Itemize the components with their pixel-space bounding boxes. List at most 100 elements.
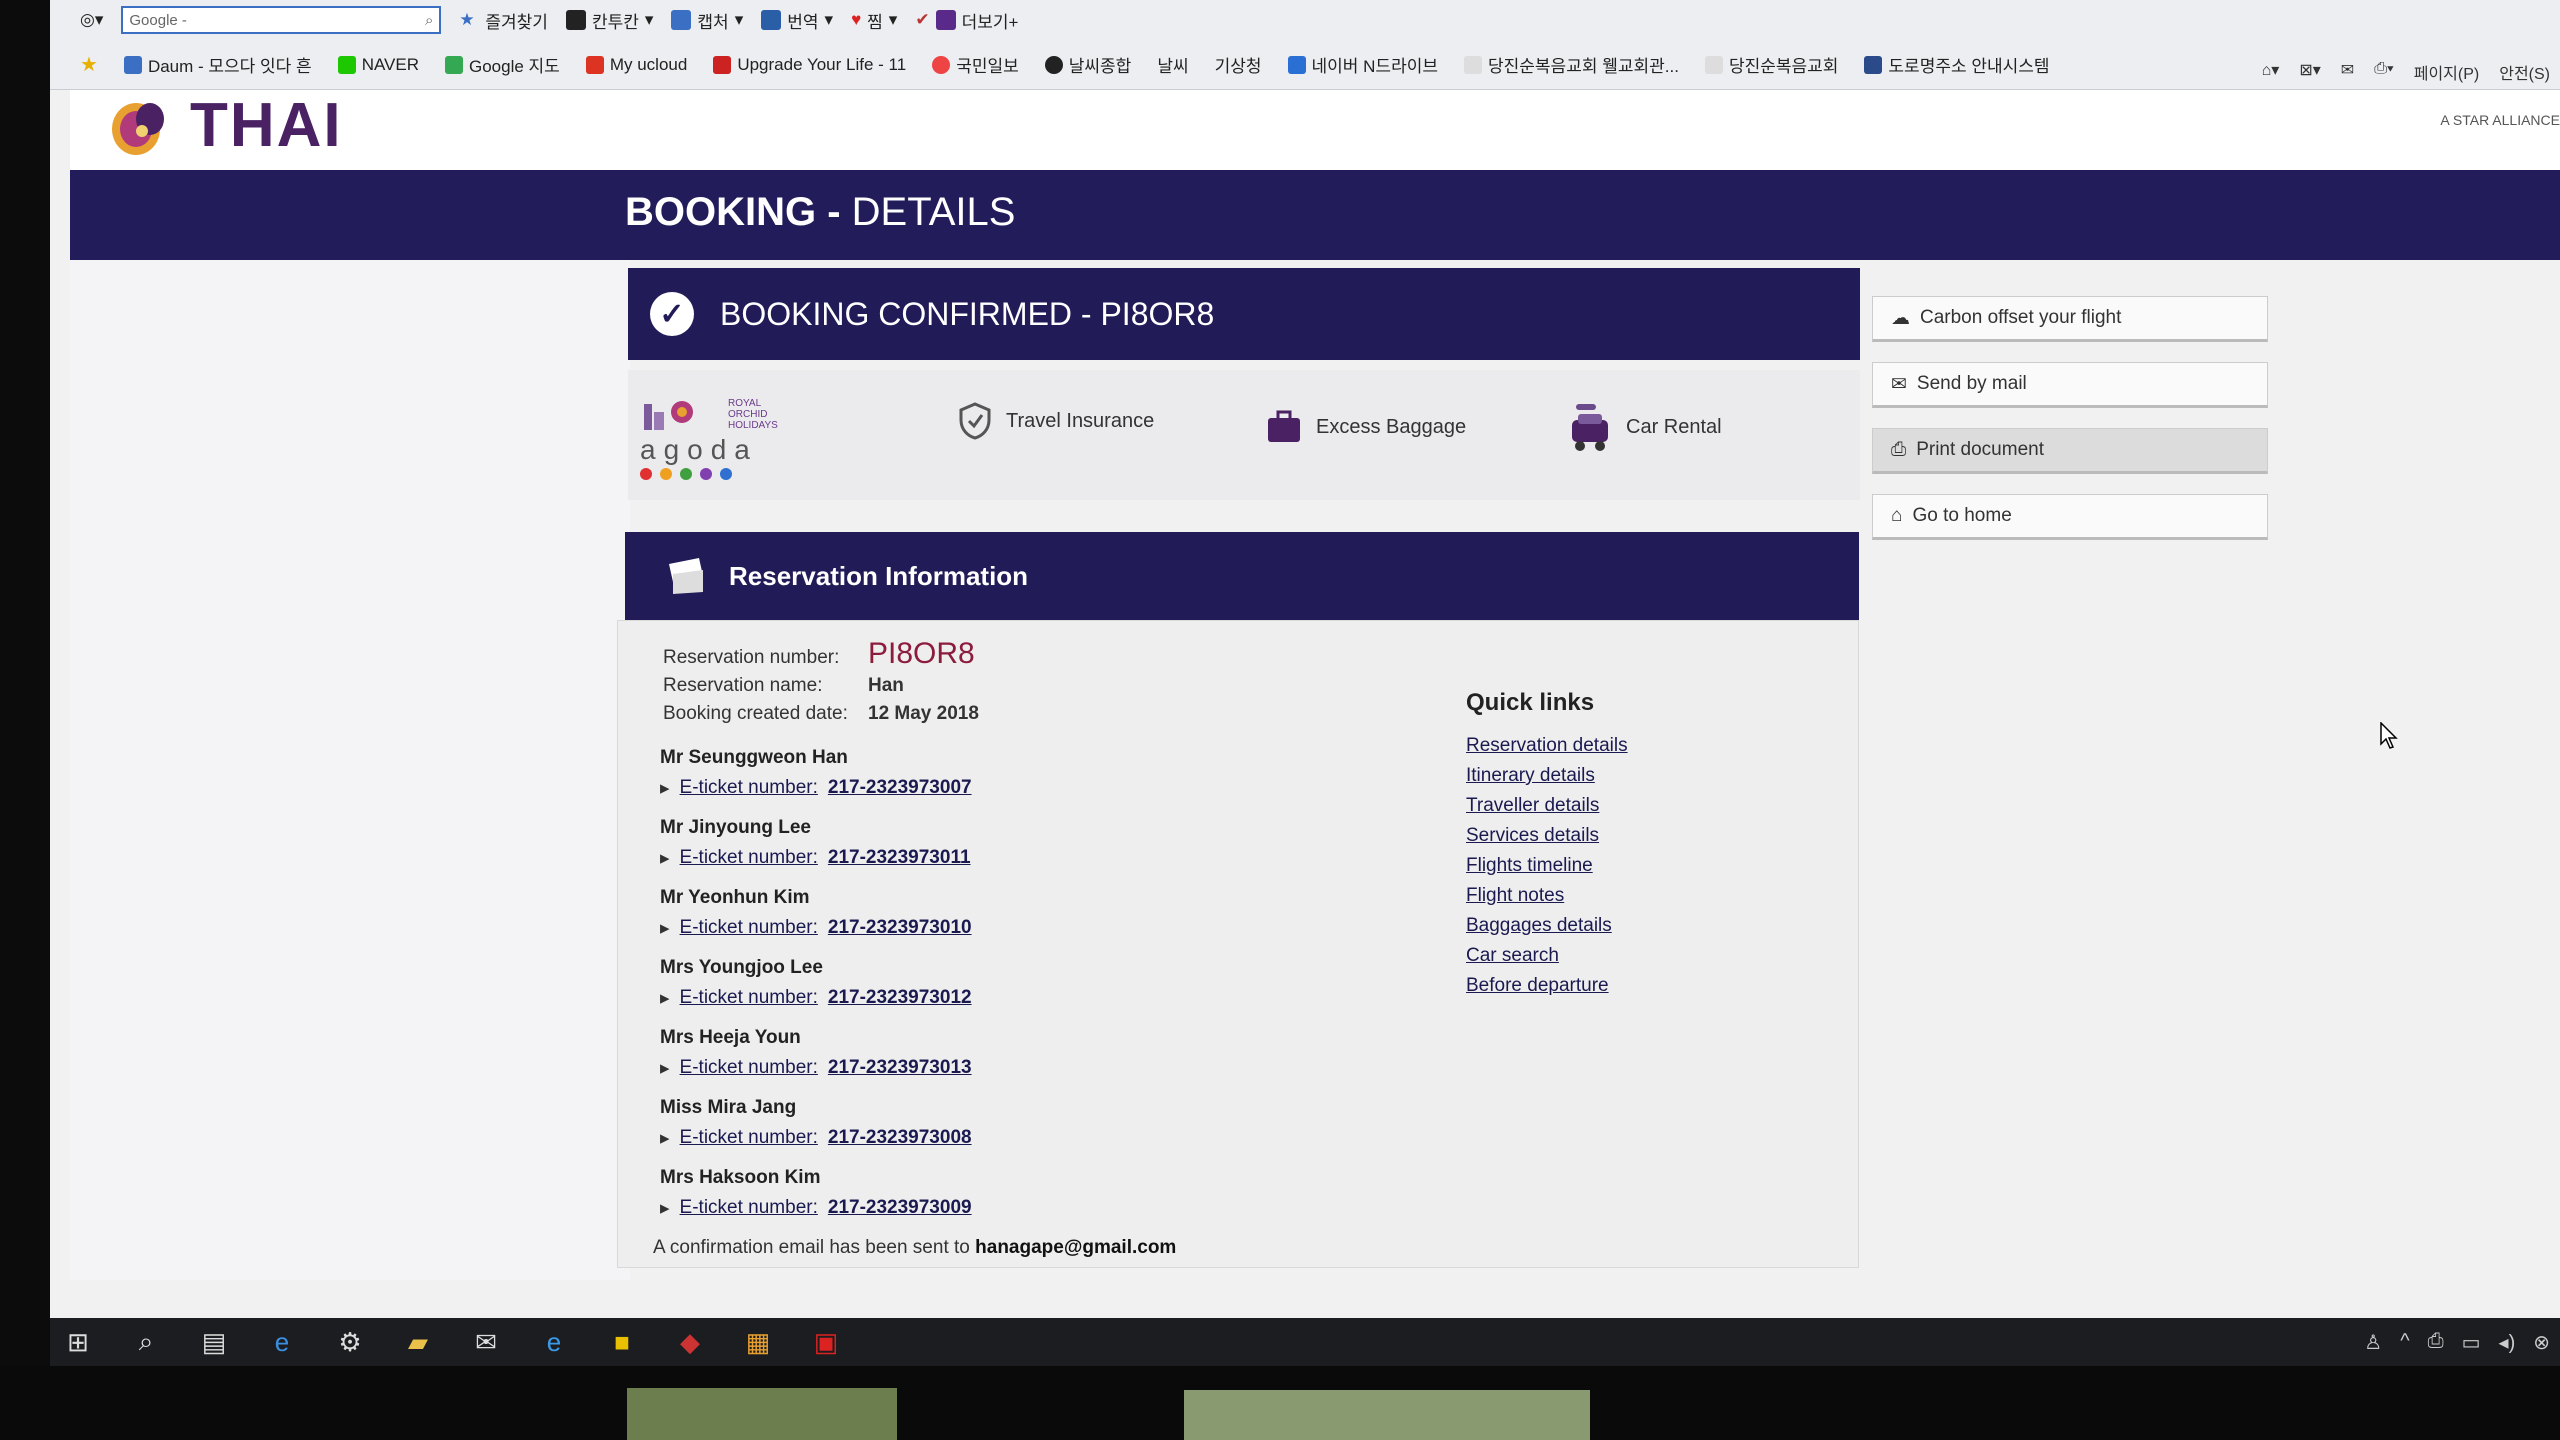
- eticket-number-link[interactable]: 217-2323973011: [828, 847, 971, 870]
- printer-tray-icon[interactable]: ⎙: [2428, 1330, 2444, 1355]
- edge-icon[interactable]: e: [266, 1326, 298, 1358]
- fav-ndrive[interactable]: 네이버 N드라이브: [1287, 52, 1438, 77]
- printer-icon: ⎙: [1891, 439, 1907, 460]
- travel-insurance-link[interactable]: Travel Insurance: [958, 402, 1154, 440]
- send-by-mail-button[interactable]: ✉ Send by mail: [1872, 362, 2268, 408]
- eticket-number-link[interactable]: 217-2323973009: [828, 1197, 972, 1220]
- status-icon[interactable]: ⊗: [2533, 1330, 2550, 1355]
- windows-start-icon[interactable]: ⊞: [62, 1326, 94, 1358]
- eticket-number-link[interactable]: 217-2323973010: [828, 917, 972, 940]
- fav-road-address[interactable]: 도로명주소 안내시스템: [1864, 52, 2050, 77]
- safety-menu[interactable]: 안전(S): [2499, 60, 2550, 84]
- eticket-number-link[interactable]: 217-2323973012: [828, 987, 972, 1010]
- arrow-right-icon: ▸: [660, 848, 670, 869]
- fav-weather-all[interactable]: 날씨종합: [1044, 52, 1131, 77]
- fav-kukmin[interactable]: 국민일보: [932, 52, 1019, 77]
- go-to-home-button[interactable]: ⌂ Go to home: [1872, 494, 2268, 540]
- mail-icon[interactable]: ✉: [470, 1326, 502, 1358]
- quick-link-flight-notes[interactable]: Flight notes: [1466, 885, 1628, 907]
- agoda-dots-icon: [640, 468, 810, 480]
- quick-link-baggages-details[interactable]: Baggages details: [1466, 915, 1628, 937]
- fav-ucloud[interactable]: My ucloud: [585, 55, 687, 75]
- fav-church-hall[interactable]: 당진순복음교회 웰교회관...: [1464, 52, 1679, 77]
- search-icon[interactable]: ⌕: [425, 12, 433, 29]
- favorites-star-icon[interactable]: ★: [80, 52, 98, 77]
- network-icon[interactable]: ▭: [2462, 1330, 2481, 1355]
- print-icon[interactable]: ⎙▾: [2374, 60, 2394, 84]
- eticket-label[interactable]: E-ticket number:: [680, 1127, 818, 1150]
- quick-links-title: Quick links: [1466, 689, 1595, 716]
- quick-link-services-details[interactable]: Services details: [1466, 825, 1628, 847]
- car-icon: [1572, 404, 1608, 451]
- app-printer-icon[interactable]: ▣: [810, 1326, 842, 1358]
- quick-link-before-departure[interactable]: Before departure: [1466, 975, 1628, 997]
- eticket-label[interactable]: E-ticket number:: [680, 847, 818, 870]
- eticket-label[interactable]: E-ticket number:: [680, 987, 818, 1010]
- fav-church[interactable]: 당진순복음교회: [1704, 52, 1838, 77]
- internet-explorer-icon[interactable]: e: [538, 1326, 570, 1358]
- kakaotalk-icon[interactable]: ■: [606, 1326, 638, 1358]
- quick-link-reservation-details[interactable]: Reservation details: [1466, 735, 1628, 757]
- arrow-right-icon: ▸: [660, 1198, 670, 1219]
- app-icon[interactable]: ⚙: [334, 1326, 366, 1358]
- carbon-offset-button[interactable]: ☁ Carbon offset your flight: [1872, 296, 2268, 342]
- kantukan-button[interactable]: 칸투칸 ▾: [565, 8, 653, 33]
- eticket-label[interactable]: E-ticket number:: [680, 777, 818, 800]
- booking-confirmed-text: BOOKING CONFIRMED - PI8OR8: [720, 295, 1215, 332]
- app-red-icon[interactable]: ◆: [674, 1326, 706, 1358]
- ie-menu-icon[interactable]: ◎▾: [80, 10, 103, 30]
- fav-google-maps[interactable]: Google 지도: [445, 52, 560, 77]
- quick-link-flights-timeline[interactable]: Flights timeline: [1466, 855, 1628, 877]
- quick-link-traveller-details[interactable]: Traveller details: [1466, 795, 1628, 817]
- volume-icon[interactable]: ◂): [2499, 1330, 2516, 1355]
- arrow-right-icon: ▸: [660, 1058, 670, 1079]
- eticket-label[interactable]: E-ticket number:: [680, 1197, 818, 1220]
- reservation-info-title: Reservation Information: [729, 560, 1029, 591]
- capture-button[interactable]: 캡처 ▾: [671, 8, 743, 33]
- fav-naver[interactable]: NAVER: [337, 55, 419, 75]
- quick-link-car-search[interactable]: Car search: [1466, 945, 1628, 967]
- eticket-number-link[interactable]: 217-2323973007: [828, 777, 972, 800]
- car-rental-link[interactable]: Car Rental: [1568, 402, 1722, 452]
- mail-icon[interactable]: ✉: [2341, 60, 2354, 84]
- favorites-bar: ★ Daum - 모으다 잇다 흔 NAVER Google 지도 My ucl…: [50, 40, 2560, 90]
- bookmark-heart-button[interactable]: ♥ 찜 ▾: [851, 8, 897, 33]
- chevron-up-icon[interactable]: ^: [2400, 1330, 2409, 1355]
- print-document-button[interactable]: ⎙ Print document: [1872, 428, 2268, 474]
- agoda-royal-orchid-link[interactable]: ROYAL ORCHID HOLIDAYS agoda: [640, 394, 810, 480]
- confirmation-email: hanagape@gmail.com: [975, 1237, 1177, 1258]
- file-explorer-icon[interactable]: ▰: [402, 1326, 434, 1358]
- passenger-item: Miss Mira Jang ▸ E-ticket number: 217-2323…: [660, 1097, 972, 1150]
- translate-button[interactable]: 번역 ▾: [761, 8, 833, 33]
- fav-daum[interactable]: Daum - 모으다 잇다 흔: [123, 52, 312, 77]
- passenger-item: Mrs Haksoon Kim ▸ E-ticket number: 217-232…: [660, 1167, 972, 1220]
- more-button[interactable]: ✔ 더보기+: [915, 8, 1018, 33]
- eticket-label[interactable]: E-ticket number:: [680, 1057, 818, 1080]
- app-grid-icon[interactable]: ▦: [742, 1326, 774, 1358]
- search-placeholder: Google -: [129, 11, 187, 29]
- eticket-number-link[interactable]: 217-2323973013: [828, 1057, 972, 1080]
- fav-kma[interactable]: 기상청: [1215, 52, 1262, 77]
- star-alliance-label: A STAR ALLIANCE: [2440, 112, 2560, 128]
- desk-photo-right: [1184, 1390, 1590, 1440]
- eticket-number-link[interactable]: 217-2323973008: [828, 1127, 972, 1150]
- page-menu[interactable]: 페이지(P): [2414, 60, 2480, 84]
- people-icon[interactable]: ♙: [2364, 1330, 2382, 1355]
- favorites-button[interactable]: ★ 즐겨찾기: [459, 8, 548, 33]
- search-input[interactable]: Google - ⌕: [121, 6, 442, 34]
- home-icon[interactable]: ⌂▾: [2262, 60, 2280, 84]
- search-icon[interactable]: ⌕: [130, 1326, 162, 1358]
- feeds-icon[interactable]: ⊠▾: [2299, 60, 2320, 84]
- fav-upgrade[interactable]: Upgrade Your Life - 11: [713, 55, 906, 75]
- quick-link-itinerary-details[interactable]: Itinerary details: [1466, 765, 1628, 787]
- task-view-icon[interactable]: ▤: [198, 1326, 230, 1358]
- fav-weather[interactable]: 날씨: [1157, 52, 1188, 77]
- eticket-label[interactable]: E-ticket number:: [680, 917, 818, 940]
- page-title: BOOKING - DETAILS: [625, 190, 1016, 234]
- passenger-item: Mrs Heeja Youn ▸ E-ticket number: 217-2323…: [660, 1027, 972, 1080]
- ticket-icon: [669, 558, 703, 594]
- thai-logo[interactable]: THAI: [106, 90, 343, 161]
- excess-baggage-link[interactable]: Excess Baggage: [1266, 410, 1466, 444]
- arrow-right-icon: ▸: [660, 988, 670, 1009]
- title-band: [70, 170, 2560, 260]
